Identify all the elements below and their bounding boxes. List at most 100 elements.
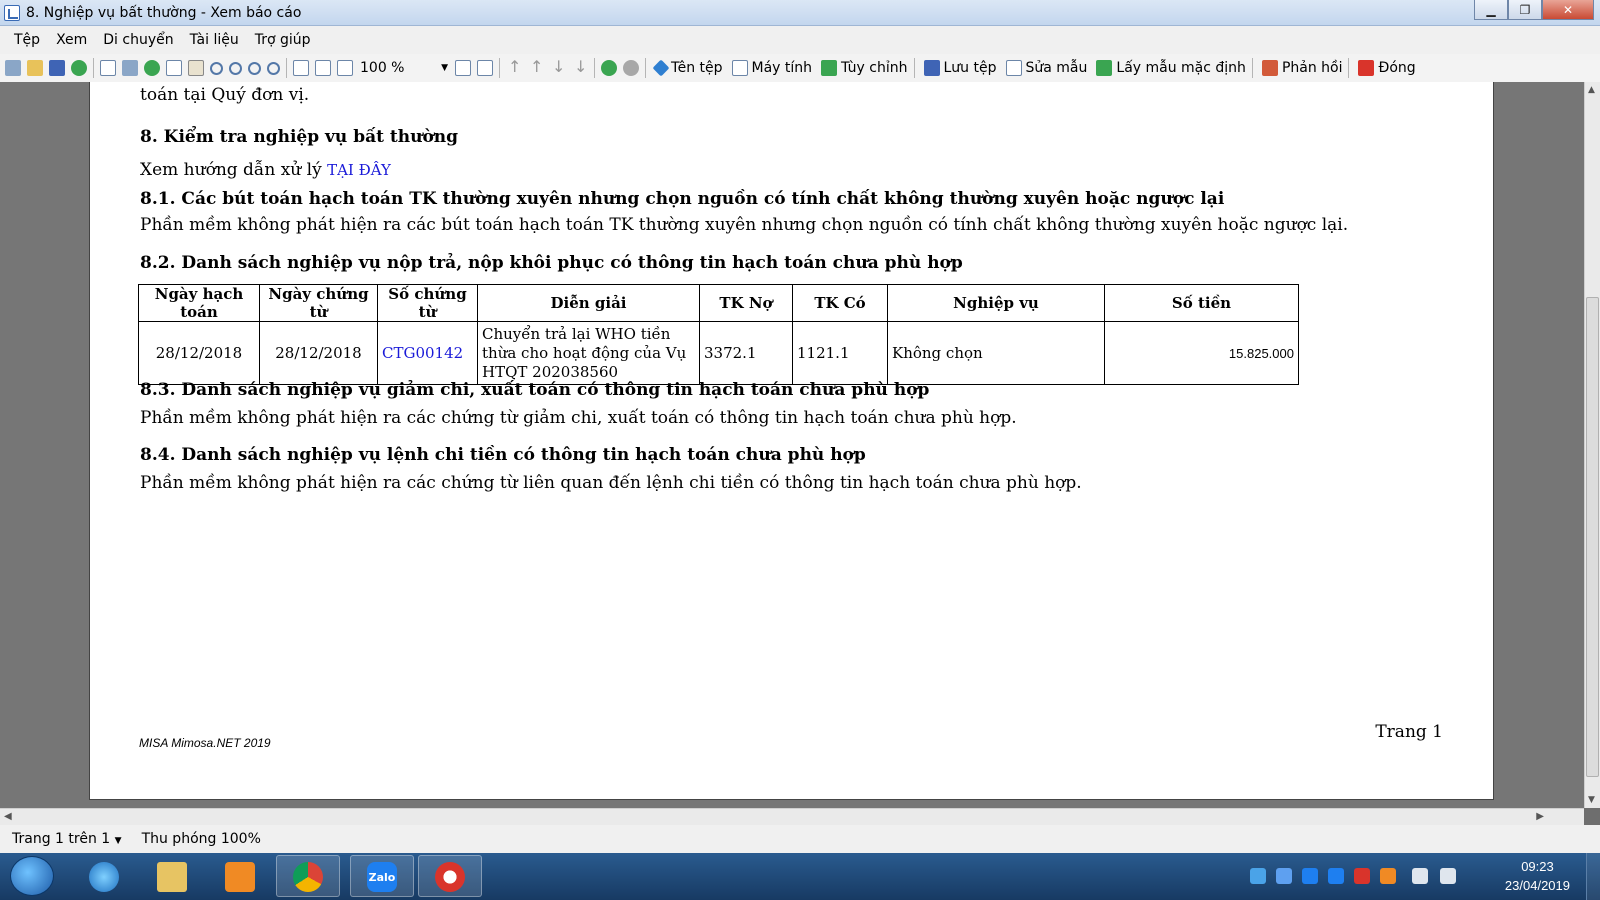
start-button[interactable] bbox=[10, 856, 54, 896]
edit-template-button[interactable]: Sửa mẫu bbox=[1003, 60, 1088, 76]
horizontal-scrollbar[interactable]: ◀ ▶ bbox=[0, 808, 1584, 825]
save-icon[interactable] bbox=[49, 60, 65, 76]
zoom-select[interactable]: 100 % ▼ bbox=[356, 57, 452, 79]
scroll-up-icon[interactable]: ▲ bbox=[1588, 85, 1595, 95]
toolbar-separator bbox=[913, 58, 915, 78]
customize-button[interactable]: Tùy chỉnh bbox=[818, 60, 908, 76]
system-tray: 09:23 23/04/2019 bbox=[1240, 853, 1600, 900]
customize-label: Tùy chỉnh bbox=[841, 60, 908, 76]
multi-page-icon[interactable] bbox=[477, 60, 493, 76]
tray-app-icon[interactable] bbox=[1250, 868, 1266, 884]
taskbar-chrome[interactable] bbox=[276, 855, 340, 897]
calculator-button[interactable]: Máy tính bbox=[729, 60, 812, 76]
binoculars-icon[interactable] bbox=[122, 60, 138, 76]
print-icon[interactable] bbox=[5, 60, 21, 76]
default-template-button[interactable]: Lấy mẫu mặc định bbox=[1093, 60, 1246, 76]
chevron-down-icon: ▼ bbox=[114, 836, 122, 846]
open-folder-icon[interactable] bbox=[27, 60, 43, 76]
zoom-icon[interactable] bbox=[210, 61, 223, 75]
taskbar-zalo[interactable]: Zalo bbox=[350, 855, 414, 897]
scroll-left-icon[interactable]: ◀ bbox=[4, 811, 12, 822]
toolbar-separator bbox=[286, 58, 287, 78]
page-width-icon[interactable] bbox=[293, 60, 309, 76]
window-title: 8. Nghiệp vụ bất thường - Xem báo cáo bbox=[26, 5, 302, 21]
back-icon[interactable] bbox=[601, 60, 617, 76]
guide-link[interactable]: TẠI ĐÂY bbox=[327, 161, 391, 179]
menu-bar: Tệp Xem Di chuyển Tài liệu Trợ giúp bbox=[0, 26, 1600, 54]
menu-navigate[interactable]: Di chuyển bbox=[95, 32, 181, 48]
guide-line: Xem hướng dẫn xử lý TẠI ĐÂY bbox=[140, 160, 391, 180]
menu-help[interactable]: Trợ giúp bbox=[247, 32, 319, 48]
document-viewport[interactable]: toán tại Quý đơn vị. 8. Kiểm tra nghiệp … bbox=[0, 82, 1584, 808]
refresh-icon[interactable] bbox=[144, 60, 160, 76]
scroll-right-icon[interactable]: ▶ bbox=[1536, 811, 1544, 822]
feedback-button[interactable]: Phản hồi bbox=[1259, 60, 1342, 76]
zoom-status: Thu phóng 100% bbox=[141, 831, 261, 847]
taskbar-ie[interactable] bbox=[72, 855, 136, 897]
whole-page-icon[interactable] bbox=[315, 60, 331, 76]
dropbox-icon[interactable] bbox=[1276, 868, 1292, 884]
file-name-button[interactable]: Tên tệp bbox=[652, 59, 723, 77]
page-setup-icon[interactable] bbox=[100, 60, 116, 76]
table-header-row: Ngày hạch toán Ngày chứng từ Số chứng từ… bbox=[138, 284, 1299, 322]
section-8-3-title: 8.3. Danh sách nghiệp vụ giảm chi, xuất … bbox=[140, 380, 930, 400]
taskbar-misa[interactable] bbox=[418, 855, 482, 897]
scroll-down-icon[interactable]: ▼ bbox=[1588, 795, 1595, 805]
tray-zalo-icon[interactable] bbox=[1328, 868, 1344, 884]
cell-credit: 1121.1 bbox=[792, 321, 888, 385]
edit-template-label: Sửa mẫu bbox=[1025, 60, 1088, 76]
forward-icon[interactable] bbox=[623, 60, 639, 76]
show-desktop-button[interactable] bbox=[1586, 853, 1600, 900]
last-page-icon[interactable] bbox=[572, 57, 588, 76]
section-8-1-title: 8.1. Các bút toán hạch toán TK thường xu… bbox=[140, 189, 1225, 209]
maximize-button[interactable]: ❐ bbox=[1508, 0, 1542, 20]
zoom-area-icon[interactable] bbox=[267, 61, 280, 75]
toolbar-separator bbox=[645, 58, 646, 78]
hand-tool-icon[interactable] bbox=[188, 60, 204, 76]
power-icon bbox=[1358, 60, 1375, 76]
close-report-button[interactable]: Đóng bbox=[1355, 60, 1416, 76]
file-name-label: Tên tệp bbox=[671, 60, 723, 76]
menu-view[interactable]: Xem bbox=[48, 32, 95, 48]
next-page-icon[interactable] bbox=[550, 57, 566, 76]
network-icon[interactable] bbox=[1412, 868, 1428, 884]
previous-page-icon[interactable] bbox=[528, 57, 544, 76]
diamond-icon bbox=[652, 59, 670, 77]
preview-icon[interactable] bbox=[166, 60, 182, 76]
taskbar-clock[interactable]: 09:23 23/04/2019 bbox=[1505, 857, 1570, 895]
tray-arrow-icon[interactable] bbox=[1380, 868, 1396, 884]
page-indicator[interactable]: Trang 1 trên 1 ▼ bbox=[12, 831, 122, 847]
close-report-label: Đóng bbox=[1378, 60, 1416, 76]
save-file-label: Lưu tệp bbox=[943, 60, 997, 76]
chevron-down-icon: ▼ bbox=[441, 63, 448, 73]
media-player-icon bbox=[225, 862, 255, 892]
export-icon[interactable] bbox=[71, 60, 87, 76]
section-8-4-title: 8.4. Danh sách nghiệp vụ lệnh chi tiền c… bbox=[140, 445, 866, 465]
taskbar: Zalo 09:23 23/04/2019 bbox=[0, 853, 1600, 900]
taskbar-explorer[interactable] bbox=[140, 855, 204, 897]
toolbar-separator bbox=[93, 58, 94, 78]
save-file-button[interactable]: Lưu tệp bbox=[921, 60, 997, 76]
minimize-button[interactable]: ▁ bbox=[1474, 0, 1508, 20]
floppy-icon bbox=[923, 60, 940, 76]
tray-zalo-icon[interactable] bbox=[1302, 868, 1318, 884]
taskbar-media-player[interactable] bbox=[208, 855, 272, 897]
guide-text: Xem hướng dẫn xử lý bbox=[140, 160, 322, 180]
vertical-scrollbar[interactable]: ▲ ▼ bbox=[1584, 82, 1600, 808]
cell-doc-date: 28/12/2018 bbox=[259, 321, 378, 385]
actual-size-icon[interactable] bbox=[337, 60, 353, 76]
zoom-out-icon[interactable] bbox=[248, 61, 261, 75]
tray-v-icon[interactable] bbox=[1354, 868, 1370, 884]
vertical-scroll-thumb[interactable] bbox=[1586, 297, 1599, 777]
undo-icon bbox=[1096, 60, 1113, 76]
volume-icon[interactable] bbox=[1440, 868, 1456, 884]
close-window-button[interactable]: ✕ bbox=[1542, 0, 1594, 20]
single-page-icon[interactable] bbox=[455, 60, 471, 76]
menu-file[interactable]: Tệp bbox=[6, 32, 48, 48]
first-page-icon[interactable] bbox=[506, 57, 522, 76]
menu-document[interactable]: Tài liệu bbox=[182, 32, 247, 48]
cell-description: Chuyển trả lại WHO tiền thừa cho hoạt độ… bbox=[477, 321, 700, 385]
zoom-in-icon[interactable] bbox=[229, 61, 242, 75]
cell-doc-no-link[interactable]: CTG00142 bbox=[377, 321, 478, 385]
app-icon bbox=[4, 5, 20, 21]
